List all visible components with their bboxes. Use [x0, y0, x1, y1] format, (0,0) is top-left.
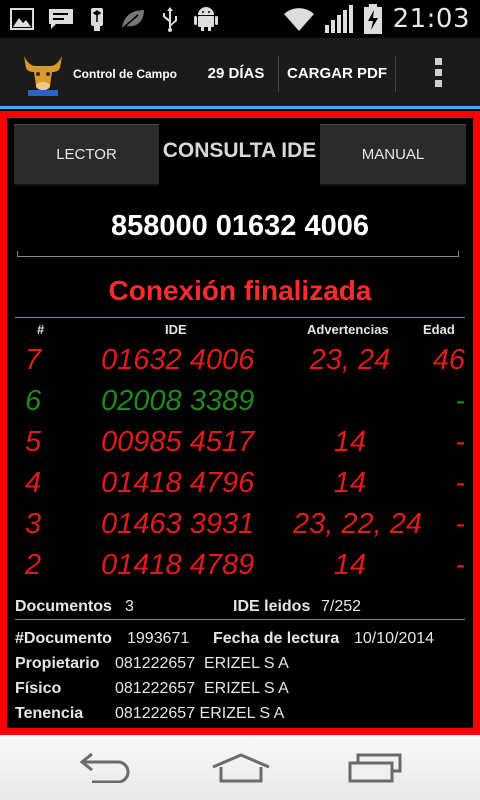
image-icon	[10, 8, 34, 30]
consulta-title: CONSULTA IDE	[162, 139, 317, 162]
signal-icon	[324, 5, 353, 33]
row-num: 6	[25, 385, 42, 417]
row-edad: -	[455, 467, 465, 499]
android-icon	[194, 6, 218, 32]
table-row[interactable]: 5 00985 4517 14 -	[15, 423, 465, 464]
app-logo[interactable]	[20, 50, 66, 98]
days-button[interactable]: 29 DÍAS	[200, 56, 272, 92]
reads-table: 7 01632 4006 23, 24 46 6 02008 3389 - 5 …	[15, 341, 465, 587]
row-ide: 01463 3931	[101, 508, 255, 540]
documento-value: 1993671	[127, 630, 190, 647]
row-ide: 02008 3389	[101, 385, 255, 417]
back-icon[interactable]	[78, 752, 134, 788]
table-header: # IDE Advertencias Edad	[15, 317, 465, 339]
row-edad: -	[455, 385, 465, 417]
row-num: 3	[25, 508, 42, 540]
row-advertencias: 14	[333, 549, 367, 581]
row-ide: 01632 4006	[101, 344, 255, 376]
propietario-label: Propietario	[15, 655, 100, 672]
row-num: 7	[25, 344, 42, 376]
action-separator	[395, 56, 396, 92]
clock: 21:03	[392, 4, 470, 34]
row-ide: 00985 4517	[101, 426, 255, 458]
ide-leidos-value: 7/252	[321, 598, 362, 615]
row-ide: 01418 4796	[101, 467, 255, 499]
summary-line: Documentos 3 IDE leidos 7/252	[15, 598, 465, 620]
row-num: 4	[25, 467, 42, 499]
fecha-value: 10/10/2014	[354, 630, 435, 647]
tenencia-label: Tenencia	[15, 705, 84, 722]
row-advertencias: 14	[333, 467, 367, 499]
row-edad: 46	[432, 344, 465, 376]
row-advertencias: 23, 24	[309, 344, 391, 376]
header-ide: IDE	[165, 322, 187, 337]
usb-debug-icon	[88, 6, 106, 32]
row-num: 5	[25, 426, 42, 458]
overflow-menu-icon[interactable]	[430, 58, 446, 90]
wifi-icon	[283, 6, 315, 32]
table-row[interactable]: 6 02008 3389 -	[15, 382, 465, 423]
manual-button[interactable]: MANUAL	[320, 124, 466, 184]
connection-status: Conexión finalizada	[108, 275, 372, 306]
leaf-icon	[120, 8, 146, 30]
navigation-bar	[0, 735, 480, 800]
message-icon	[48, 8, 74, 30]
ide-leidos-label: IDE leidos	[233, 598, 311, 615]
usb-icon	[160, 6, 180, 32]
row-edad: -	[455, 426, 465, 458]
header-advertencias: Advertencias	[307, 322, 389, 337]
action-separator	[278, 56, 279, 92]
row-advertencias: 14	[333, 426, 367, 458]
action-bar: Control de Campo 29 DÍAS CARGAR PDF	[0, 38, 480, 106]
row-edad: -	[455, 549, 465, 581]
documento-label: #Documento	[15, 630, 112, 647]
row-ide: 01418 4789	[101, 549, 255, 581]
cargar-pdf-button[interactable]: CARGAR PDF	[282, 56, 392, 92]
propietario-value: 081222657 ERIZEL S A	[115, 655, 289, 672]
table-row[interactable]: 4 01418 4796 14 -	[15, 464, 465, 505]
main-panel: LECTOR CONSULTA IDE MANUAL 858000 01632 …	[0, 111, 480, 735]
header-num: #	[37, 322, 45, 337]
fecha-label: Fecha de lectura	[213, 630, 340, 647]
action-bar-divider	[0, 106, 480, 109]
table-row[interactable]: 2 01418 4789 14 -	[15, 546, 465, 587]
row-edad: -	[455, 508, 465, 540]
ide-input[interactable]: 858000 01632 4006	[14, 210, 466, 243]
documentos-label: Documentos	[15, 598, 112, 615]
row-num: 2	[25, 549, 42, 581]
home-icon[interactable]	[211, 753, 271, 788]
battery-charging-icon	[363, 4, 383, 34]
tenencia-value: 081222657 ERIZEL S A	[115, 705, 285, 722]
table-row[interactable]: 3 01463 3931 23, 22, 24 -	[15, 505, 465, 546]
documento-row: #Documento	[15, 630, 112, 648]
table-row[interactable]: 7 01632 4006 23, 24 46	[15, 341, 465, 382]
status-bar: 21:03	[0, 0, 480, 38]
documentos-value: 3	[125, 598, 134, 615]
app-title: Control de Campo	[73, 67, 177, 81]
header-edad: Edad	[423, 322, 455, 337]
fisico-label: Físico	[15, 680, 62, 697]
lector-button[interactable]: LECTOR	[14, 124, 159, 184]
ide-input-underline	[17, 251, 459, 257]
fisico-value: 081222657 ERIZEL S A	[115, 680, 289, 697]
recent-apps-icon[interactable]	[346, 753, 404, 788]
